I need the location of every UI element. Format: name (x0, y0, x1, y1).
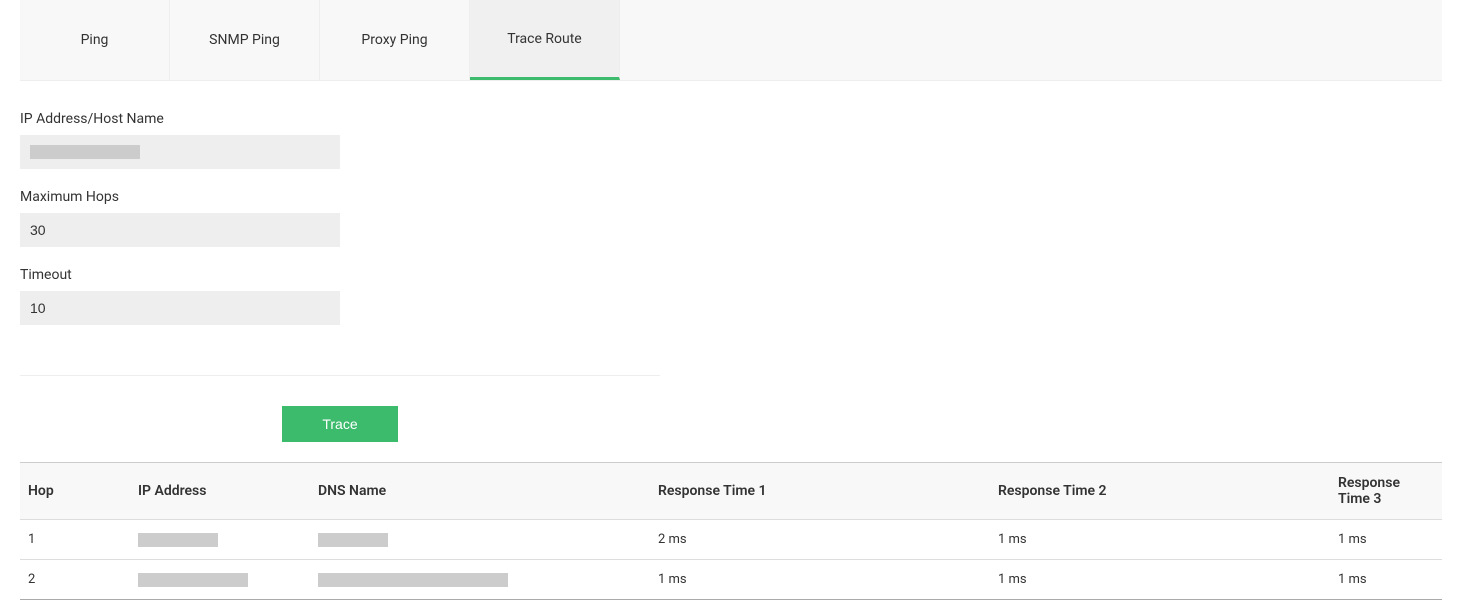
timeout-input[interactable] (20, 291, 340, 325)
tab-trace-route[interactable]: Trace Route (470, 0, 620, 80)
tab-snmp-ping[interactable]: SNMP Ping (170, 0, 320, 80)
divider (20, 375, 660, 376)
cell-ip (130, 560, 310, 600)
cell-rt3: 1 ms (1330, 520, 1442, 560)
cell-rt1: 2 ms (650, 520, 990, 560)
tab-proxy-ping[interactable]: Proxy Ping (320, 0, 470, 80)
header-rt1: Response Time 1 (650, 463, 990, 520)
header-ip: IP Address (130, 463, 310, 520)
cell-dns (310, 520, 650, 560)
ip-address-label: IP Address/Host Name (20, 111, 1442, 127)
cell-ip (130, 520, 310, 560)
cell-rt3: 1 ms (1330, 560, 1442, 600)
tabs-bar: Ping SNMP Ping Proxy Ping Trace Route (20, 0, 1442, 81)
header-hop: Hop (20, 463, 130, 520)
tab-ping[interactable]: Ping (20, 0, 170, 80)
header-dns: DNS Name (310, 463, 650, 520)
redacted-text (318, 533, 388, 547)
timeout-label: Timeout (20, 267, 1442, 283)
table-row: 1 2 ms 1 ms 1 ms (20, 520, 1442, 560)
table-row: 2 1 ms 1 ms 1 ms (20, 560, 1442, 600)
cell-rt1: 1 ms (650, 560, 990, 600)
cell-dns (310, 560, 650, 600)
max-hops-input[interactable] (20, 213, 340, 247)
redacted-text (318, 573, 508, 587)
redacted-text (138, 573, 248, 587)
table-header-row: Hop IP Address DNS Name Response Time 1 … (20, 463, 1442, 520)
cell-hop: 2 (20, 560, 130, 600)
trace-button[interactable]: Trace (282, 406, 397, 442)
header-rt3: Response Time 3 (1330, 463, 1442, 520)
trace-route-form: IP Address/Host Name Maximum Hops Timeou… (0, 81, 1462, 355)
ip-address-input[interactable] (20, 135, 340, 169)
cell-rt2: 1 ms (990, 520, 1330, 560)
redacted-text (30, 145, 140, 159)
redacted-text (138, 533, 218, 547)
cell-hop: 1 (20, 520, 130, 560)
trace-results-table: Hop IP Address DNS Name Response Time 1 … (20, 462, 1442, 600)
max-hops-label: Maximum Hops (20, 189, 1442, 205)
header-rt2: Response Time 2 (990, 463, 1330, 520)
button-row: Trace (0, 396, 680, 462)
cell-rt2: 1 ms (990, 560, 1330, 600)
